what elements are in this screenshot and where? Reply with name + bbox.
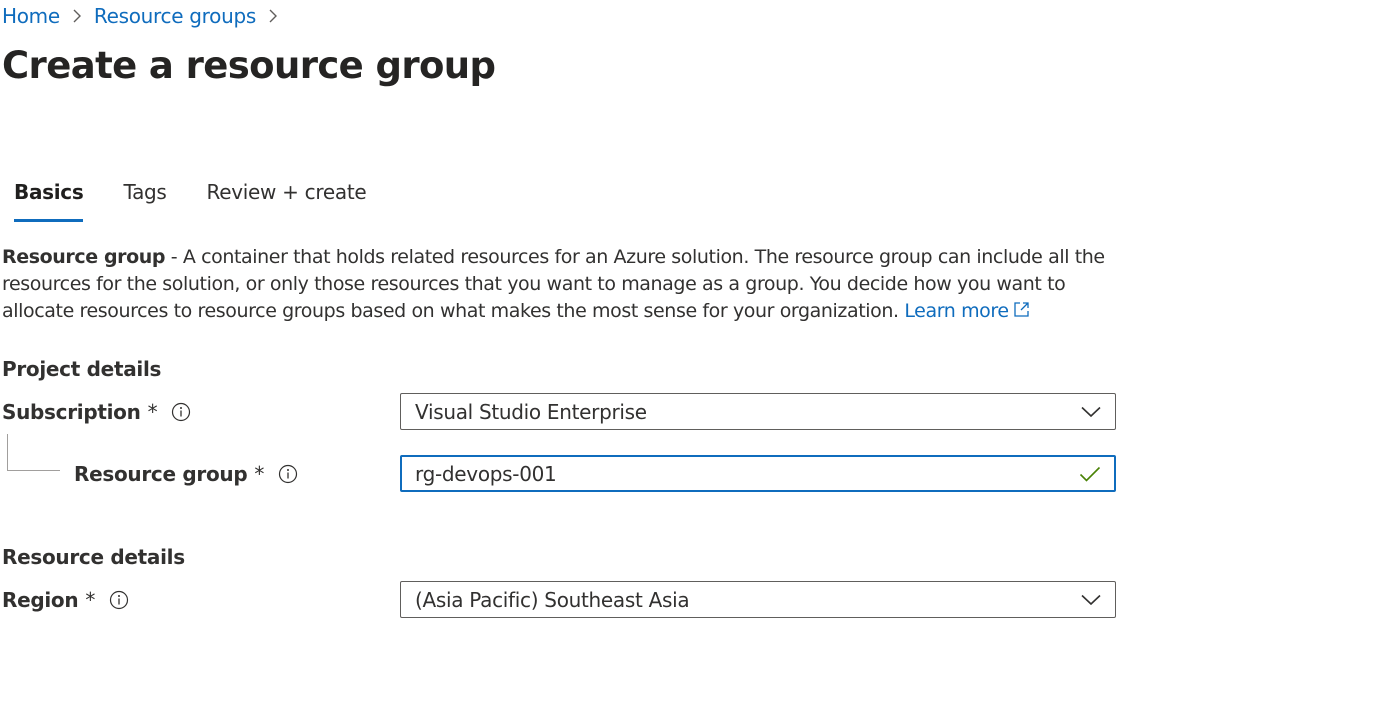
- learn-more-label: Learn more: [904, 300, 1009, 322]
- required-asterisk: *: [147, 400, 158, 424]
- subscription-value: Visual Studio Enterprise: [415, 399, 647, 424]
- tab-basics[interactable]: Basics: [14, 180, 84, 222]
- chevron-down-icon: [1081, 406, 1101, 418]
- info-icon[interactable]: [171, 402, 191, 422]
- resource-group-input[interactable]: rg-devops-001: [400, 455, 1116, 492]
- external-link-icon: [1013, 299, 1030, 326]
- region-value: (Asia Pacific) Southeast Asia: [415, 587, 690, 612]
- learn-more-link[interactable]: Learn more: [904, 300, 1029, 322]
- region-dropdown[interactable]: (Asia Pacific) Southeast Asia: [400, 581, 1116, 618]
- region-label: Region *: [2, 588, 129, 612]
- chevron-down-icon: [1081, 594, 1101, 606]
- subscription-label-text: Subscription: [2, 400, 141, 424]
- hierarchy-connector: [7, 434, 60, 471]
- required-asterisk: *: [85, 588, 96, 612]
- tab-tags[interactable]: Tags: [123, 180, 166, 214]
- description-lead: Resource group: [2, 246, 166, 268]
- breadcrumb: Home Resource groups: [2, 4, 290, 28]
- page-title: Create a resource group: [2, 44, 496, 87]
- resource-group-value: rg-devops-001: [415, 461, 557, 486]
- checkmark-icon: [1079, 466, 1101, 482]
- chevron-right-icon: [268, 8, 278, 24]
- info-icon[interactable]: [109, 590, 129, 610]
- subscription-label: Subscription *: [2, 400, 191, 424]
- tab-review-create[interactable]: Review + create: [207, 180, 367, 214]
- info-icon[interactable]: [278, 464, 298, 484]
- project-details-heading: Project details: [2, 357, 162, 381]
- resource-group-description: Resource group - A container that holds …: [2, 244, 1112, 326]
- chevron-right-icon: [72, 8, 82, 24]
- resource-group-label-text: Resource group: [74, 462, 248, 486]
- tab-bar: Basics Tags Review + create: [14, 180, 406, 222]
- breadcrumb-home-link[interactable]: Home: [2, 4, 60, 28]
- breadcrumb-resource-groups-link[interactable]: Resource groups: [94, 4, 256, 28]
- region-label-text: Region: [2, 588, 79, 612]
- subscription-dropdown[interactable]: Visual Studio Enterprise: [400, 393, 1116, 430]
- resource-details-heading: Resource details: [2, 545, 185, 569]
- resource-group-label: Resource group *: [74, 462, 298, 486]
- required-asterisk: *: [254, 462, 265, 486]
